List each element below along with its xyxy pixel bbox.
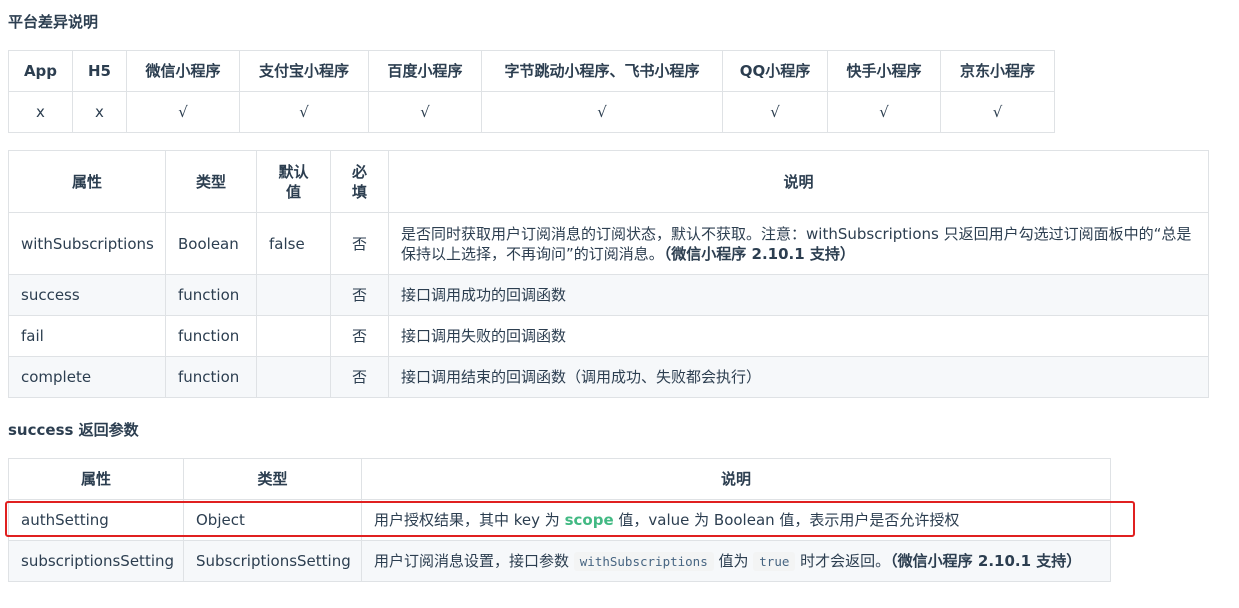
- platform-support-cell: x: [8, 91, 73, 133]
- params-header-type: 类型: [165, 150, 257, 213]
- return-name: subscriptionsSetting: [8, 540, 184, 582]
- success-header-desc: 说明: [361, 458, 1111, 500]
- param-default: [256, 356, 331, 398]
- param-default: false: [256, 212, 331, 275]
- table-row: success function 否 接口调用成功的回调函数: [8, 274, 1209, 316]
- platform-support-cell: √: [481, 91, 723, 133]
- inline-code: withSubscriptions: [573, 551, 714, 571]
- param-name: success: [8, 274, 166, 316]
- platform-support-cell: √: [239, 91, 369, 133]
- return-desc: 用户订阅消息设置，接口参数 withSubscriptions 值为 true …: [361, 540, 1111, 582]
- platform-support-row: x x √ √ √ √ √ √ √: [8, 91, 1055, 133]
- param-desc: 是否同时获取用户订阅消息的订阅状态，默认不获取。注意：withSubscript…: [388, 212, 1209, 275]
- params-header-name: 属性: [8, 150, 166, 213]
- table-row: authSetting Object 用户授权结果，其中 key 为 scope…: [8, 499, 1111, 541]
- platform-support-cell: √: [126, 91, 240, 133]
- platform-section-title: 平台差异说明: [8, 13, 99, 31]
- param-desc: 接口调用失败的回调函数: [388, 315, 1209, 357]
- return-type: Object: [183, 499, 362, 541]
- success-header-name: 属性: [8, 458, 184, 500]
- param-default: [256, 274, 331, 316]
- param-type: function: [165, 315, 257, 357]
- return-name: authSetting: [8, 499, 184, 541]
- platform-support-cell: √: [722, 91, 828, 133]
- platform-header: QQ小程序: [722, 50, 828, 92]
- platform-header: H5: [72, 50, 127, 92]
- param-name: fail: [8, 315, 166, 357]
- platform-header: 支付宝小程序: [239, 50, 369, 92]
- params-header-desc: 说明: [388, 150, 1209, 213]
- table-row: complete function 否 接口调用结束的回调函数（调用成功、失败都…: [8, 356, 1209, 398]
- success-return-table: 属性 类型 说明 authSetting Object 用户授权结果，其中 ke…: [8, 458, 1111, 582]
- platform-header: App: [8, 50, 73, 92]
- platform-header: 字节跳动小程序、飞书小程序: [481, 50, 723, 92]
- inline-code: true: [753, 551, 796, 571]
- param-type: function: [165, 356, 257, 398]
- success-section-title: success 返回参数: [8, 421, 139, 439]
- param-type: function: [165, 274, 257, 316]
- platform-header: 微信小程序: [126, 50, 240, 92]
- param-name: complete: [8, 356, 166, 398]
- success-header-type: 类型: [183, 458, 362, 500]
- platform-support-cell: √: [368, 91, 482, 133]
- table-row: subscriptionsSetting SubscriptionsSettin…: [8, 540, 1111, 582]
- param-required: 否: [330, 274, 389, 316]
- param-name: withSubscriptions: [8, 212, 166, 275]
- params-table: 属性 类型 默认值 必填 说明 withSubscriptions Boolea…: [8, 150, 1209, 398]
- table-row: fail function 否 接口调用失败的回调函数: [8, 315, 1209, 357]
- platform-header-row: App H5 微信小程序 支付宝小程序 百度小程序 字节跳动小程序、飞书小程序 …: [8, 50, 1055, 92]
- param-default: [256, 315, 331, 357]
- table-row: withSubscriptions Boolean false 否 是否同时获取…: [8, 212, 1209, 275]
- platform-header: 京东小程序: [940, 50, 1055, 92]
- param-required: 否: [330, 356, 389, 398]
- param-type: Boolean: [165, 212, 257, 275]
- platform-support-cell: x: [72, 91, 127, 133]
- param-required: 否: [330, 315, 389, 357]
- param-required: 否: [330, 212, 389, 275]
- param-desc: 接口调用成功的回调函数: [388, 274, 1209, 316]
- platform-support-cell: √: [827, 91, 941, 133]
- platform-header: 百度小程序: [368, 50, 482, 92]
- param-desc: 接口调用结束的回调函数（调用成功、失败都会执行）: [388, 356, 1209, 398]
- params-header-row: 属性 类型 默认值 必填 说明: [8, 150, 1209, 213]
- params-header-default: 默认值: [256, 150, 331, 213]
- return-desc: 用户授权结果，其中 key 为 scope 值，value 为 Boolean …: [361, 499, 1111, 541]
- platform-support-cell: √: [940, 91, 1055, 133]
- scope-keyword: scope: [564, 511, 614, 529]
- platform-difference-table: App H5 微信小程序 支付宝小程序 百度小程序 字节跳动小程序、飞书小程序 …: [8, 50, 1055, 133]
- platform-header: 快手小程序: [827, 50, 941, 92]
- params-header-required: 必填: [330, 150, 389, 213]
- success-header-row: 属性 类型 说明: [8, 458, 1111, 500]
- return-type: SubscriptionsSetting: [183, 540, 362, 582]
